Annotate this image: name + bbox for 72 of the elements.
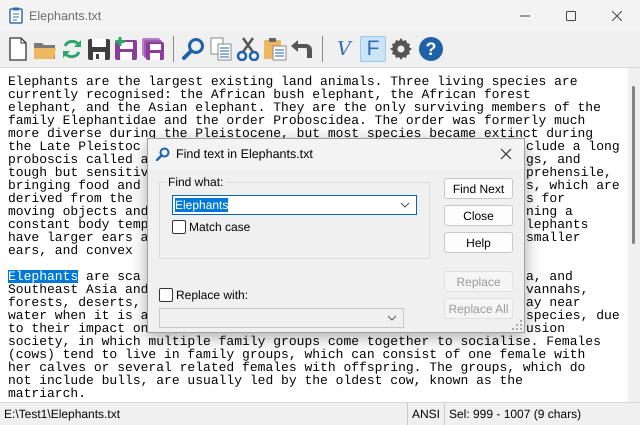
- copy-icon[interactable]: [209, 37, 233, 61]
- gear-icon[interactable]: [389, 37, 413, 61]
- text-line: prehensile,: [526, 166, 613, 179]
- text-line: more diverse during the Pleistocene, but most species became extinct during: [8, 127, 594, 140]
- undo-icon[interactable]: [290, 37, 314, 61]
- resize-grip-icon: [512, 320, 522, 330]
- text-line: elephant, and the Asian elephant. They are the only surviving members of the: [8, 101, 601, 114]
- dialog-title: Find text in Elephants.txt: [176, 147, 314, 161]
- dropdown-icon: [387, 315, 397, 321]
- text-line: species, due: [526, 309, 621, 322]
- text-line: s, which are: [526, 179, 621, 192]
- text-line: are sca: [86, 270, 141, 283]
- text-line: not include bulls, are usually led by the oldest cow, known as the: [8, 374, 523, 387]
- find-field[interactable]: Elephants: [172, 195, 417, 215]
- checkbox[interactable]: [159, 288, 173, 302]
- selection-info: Sel: 999 - 1007 (9 chars): [444, 403, 640, 425]
- text-line: gs, and: [526, 153, 581, 166]
- close-icon[interactable]: [612, 10, 622, 20]
- notepad-icon: [9, 7, 23, 24]
- text-line: smaller: [526, 231, 581, 244]
- encoding-label: ANSI: [406, 403, 444, 425]
- replace-field[interactable]: [159, 308, 404, 328]
- scissors-icon[interactable]: [236, 37, 260, 61]
- text-line: currently recognised: the African bush elephant, the African forest: [8, 88, 531, 101]
- text-line: constant body temp: [8, 218, 148, 231]
- clipboard-icon[interactable]: [263, 37, 287, 61]
- text-line: Elephants are the largest existing land animals. Three living species are: [8, 75, 578, 88]
- text-line: a, and: [526, 270, 573, 283]
- text-line: matriarch.: [8, 387, 86, 400]
- text-line: tough but sensitiv: [8, 166, 148, 179]
- text-line: (cows) tend to live in family groups, which can consist of one female with: [8, 348, 586, 361]
- maximize-icon[interactable]: [566, 10, 576, 20]
- selected-text: Elephants: [8, 270, 78, 283]
- search-icon: [156, 147, 170, 161]
- text-line: s for: [526, 192, 566, 205]
- text-line: ning a: [526, 205, 573, 218]
- toggle-button[interactable]: F: [360, 36, 386, 62]
- text-line: forests, deserts,: [8, 296, 141, 309]
- text-line: clude a long: [526, 140, 621, 153]
- text-line: family Elephantidae and the order Proboscidea. The order was formerly much: [8, 114, 586, 127]
- help-icon[interactable]: ?: [419, 37, 443, 61]
- checkbox-label[interactable]: Replace with:: [176, 288, 248, 302]
- text-line: her calves or several related females with offspring. The groups, which do: [8, 361, 586, 374]
- text-line: ay near: [526, 296, 581, 309]
- file-path: E:\Test1\Elephants.txt: [3, 406, 122, 423]
- text-line: Southeast Asia and: [8, 283, 148, 296]
- text-line: proboscis called a: [8, 153, 148, 166]
- window-title: Elephants.txt: [29, 8, 102, 22]
- dialog-button[interactable]: Help: [444, 232, 513, 253]
- text-line: usion: [526, 322, 566, 335]
- text-line: ears, and convex: [8, 244, 133, 257]
- field-label: Find what:: [166, 175, 226, 189]
- floppy-stack-icon[interactable]: [141, 37, 165, 61]
- text-line: moving objects and: [8, 205, 148, 218]
- floppy-plus-icon[interactable]: [114, 37, 138, 61]
- search-icon[interactable]: [182, 37, 206, 61]
- checkbox[interactable]: [172, 220, 186, 234]
- toggle-button[interactable]: V: [331, 36, 357, 62]
- text-line: lephants: [526, 218, 590, 231]
- text-line: society, in which multiple family groups come together to socialise. Females: [8, 335, 601, 348]
- close-icon[interactable]: [500, 148, 512, 160]
- text-line: vannahs,: [526, 283, 590, 296]
- text-line: derived from the: [8, 192, 133, 205]
- text-line: the Late Pleistoc: [8, 140, 141, 153]
- text-line: bringing food and: [8, 179, 141, 192]
- checkbox-label[interactable]: Match case: [189, 220, 250, 234]
- text-line: have larger ears a: [8, 231, 148, 244]
- dialog-button[interactable]: Close: [444, 205, 513, 226]
- text-line: water when it is a: [8, 309, 148, 322]
- dialog-button[interactable]: Find Next: [444, 178, 513, 199]
- scrollbar[interactable]: [628, 68, 640, 402]
- dropdown-icon: [400, 202, 410, 208]
